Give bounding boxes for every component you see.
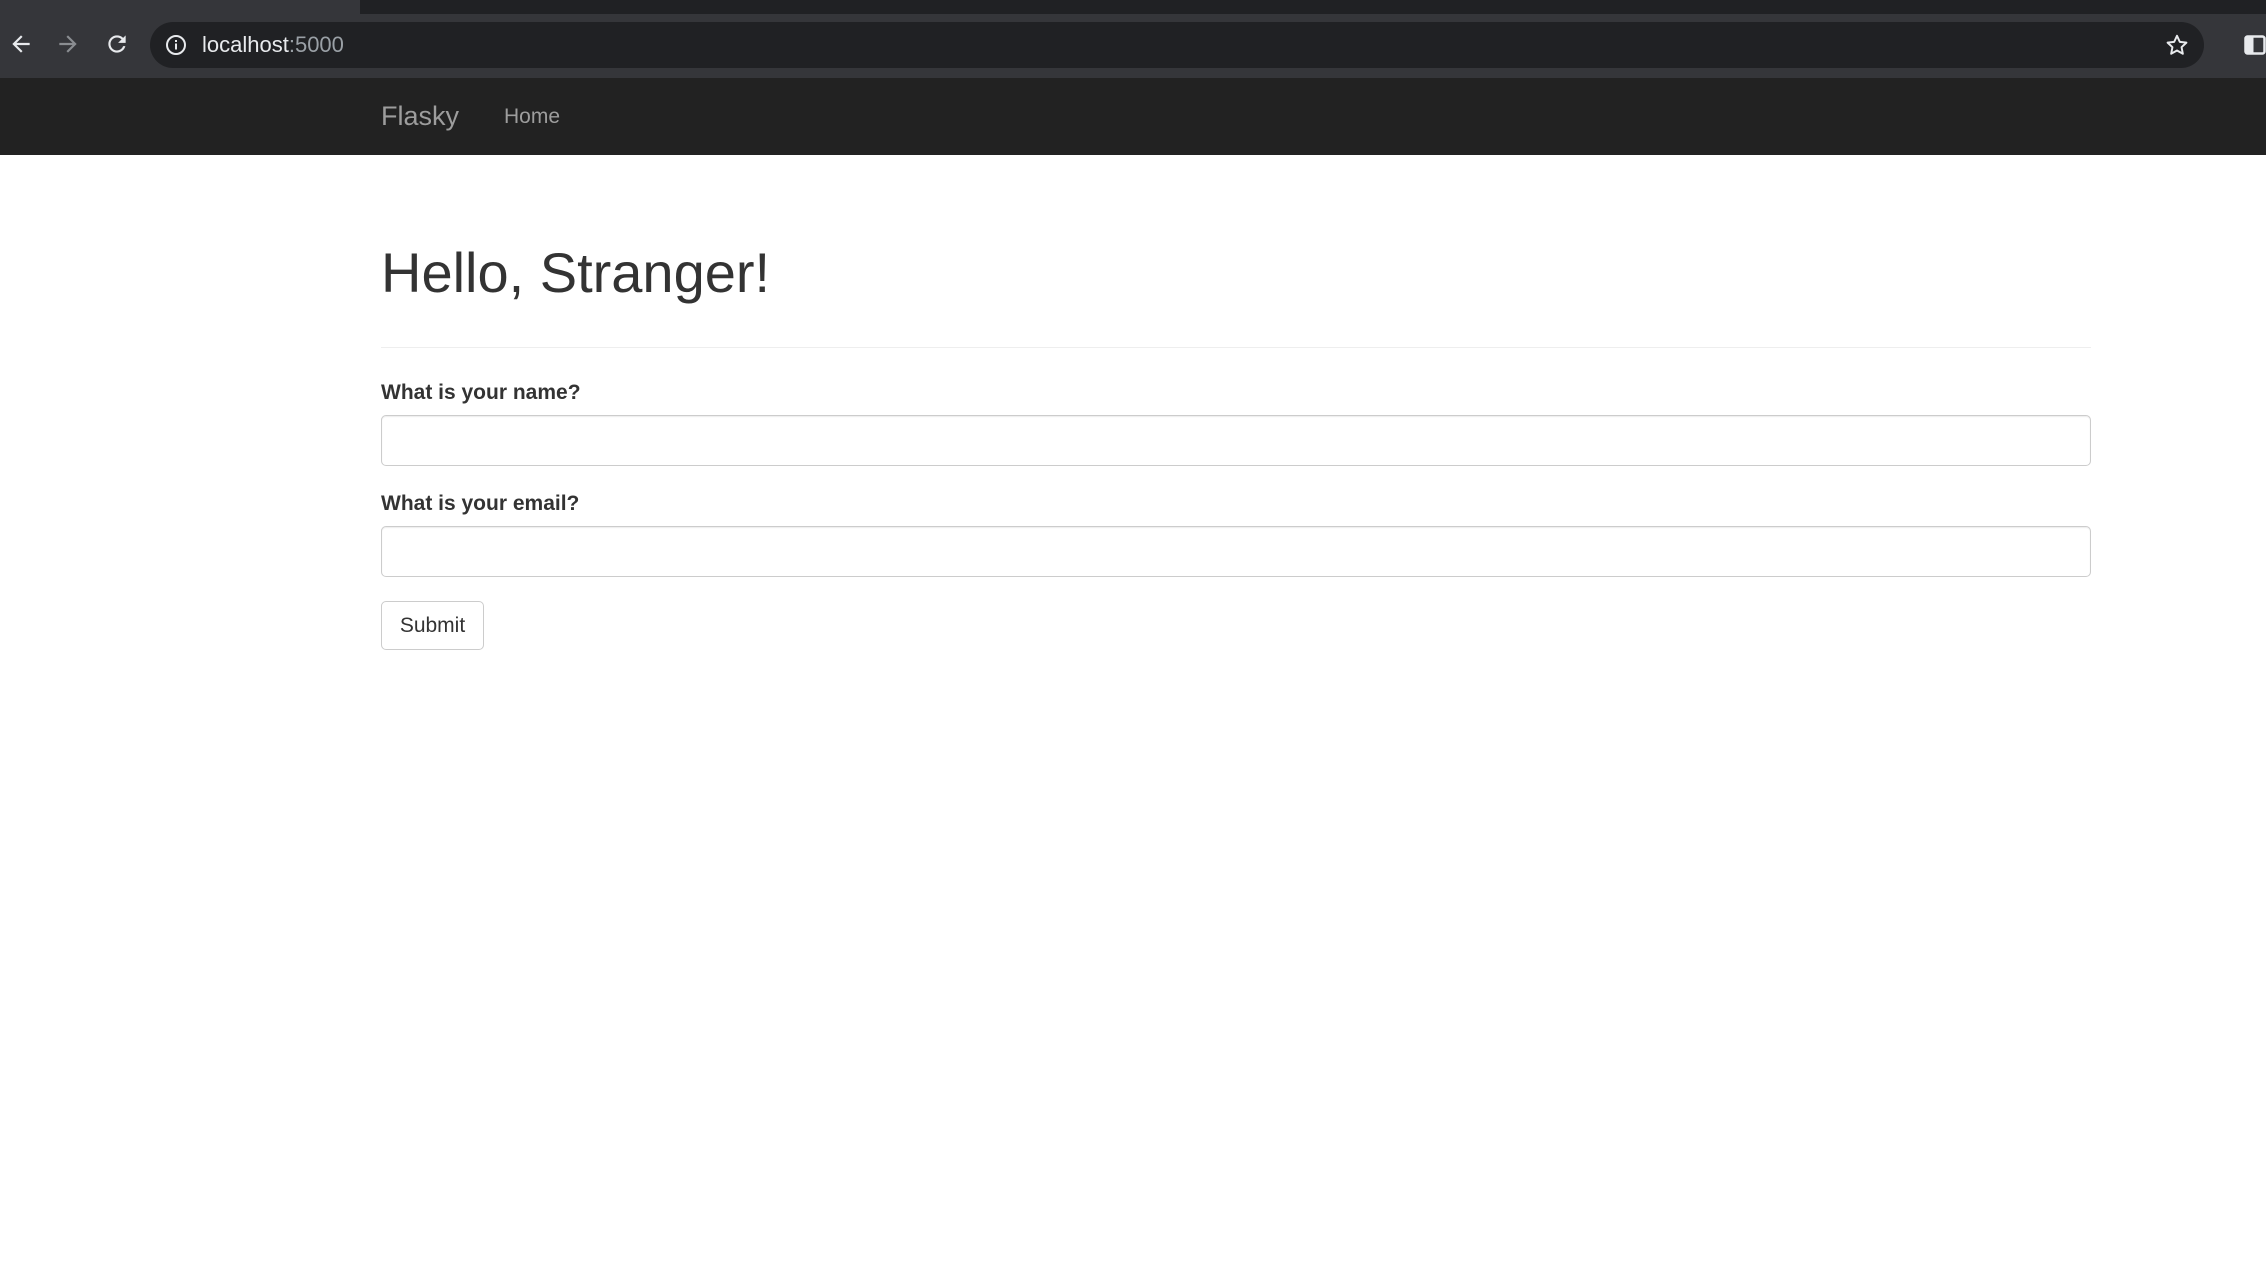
back-arrow-icon — [12, 35, 30, 53]
page-header-divider — [381, 347, 2091, 348]
reload-button[interactable] — [97, 24, 137, 64]
name-input[interactable] — [381, 415, 2091, 466]
navbar-brand[interactable]: Flasky — [381, 100, 459, 132]
page-title: Hello, Stranger! — [381, 241, 771, 304]
tab-strip — [360, 0, 2266, 14]
browser-toolbar: localhost:5000 — [0, 0, 2266, 78]
navbar: Flasky Home — [0, 78, 2266, 155]
info-icon[interactable] — [164, 33, 188, 57]
url-host: localhost — [202, 32, 289, 57]
side-panel-icon[interactable] — [2244, 34, 2266, 56]
url-port: :5000 — [288, 32, 344, 57]
forward-button[interactable] — [48, 24, 88, 64]
back-button[interactable] — [1, 24, 41, 64]
name-field-label: What is your name? — [381, 381, 581, 404]
submit-button[interactable]: Submit — [381, 601, 484, 650]
star-icon[interactable] — [2164, 32, 2190, 58]
address-bar[interactable]: localhost:5000 — [150, 22, 2204, 68]
nav-link-home[interactable]: Home — [504, 104, 560, 130]
email-input[interactable] — [381, 526, 2091, 577]
url-text: localhost:5000 — [202, 32, 344, 58]
forward-arrow-icon — [59, 35, 77, 53]
email-field-label: What is your email? — [381, 492, 580, 515]
reload-icon — [108, 35, 126, 53]
